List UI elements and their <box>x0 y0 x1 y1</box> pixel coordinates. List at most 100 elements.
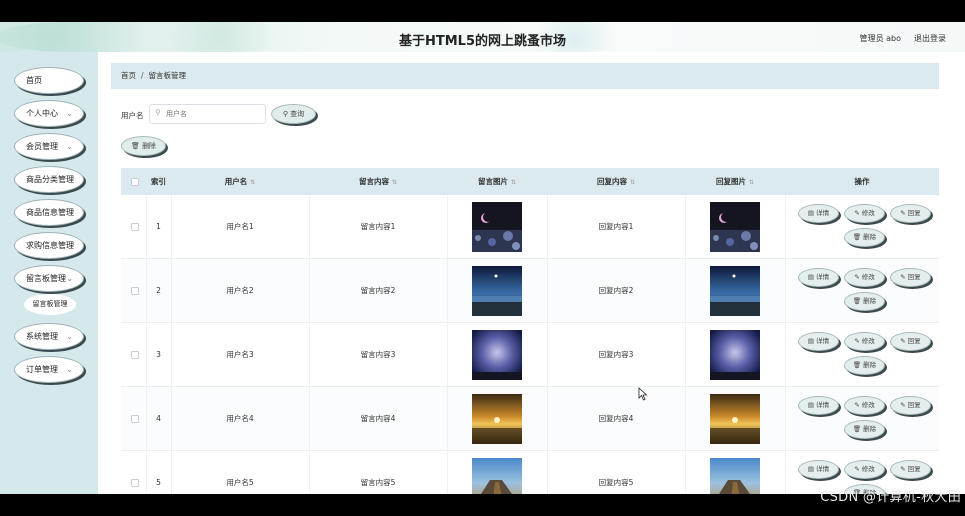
message-image[interactable] <box>472 266 522 316</box>
message-image[interactable] <box>472 330 522 380</box>
table-row: 2 用户名2 留言内容2 回复内容2 ▤ 详情 ✎ 修改 ✎ 回复 🗑 删除 <box>121 259 939 323</box>
delete-button[interactable]: 🗑 删除 <box>844 356 885 375</box>
reply-button[interactable]: ✎ 回复 <box>890 268 931 287</box>
document-icon: ▤ <box>807 337 817 345</box>
chevron-down-icon: ⌄ <box>66 332 73 341</box>
detail-button[interactable]: ▤ 详情 <box>798 204 839 223</box>
row-checkbox[interactable] <box>131 351 139 359</box>
detail-button[interactable]: ▤ 详情 <box>798 268 839 287</box>
chevron-down-icon: ⌄ <box>66 142 73 151</box>
edit-button[interactable]: ✎ 修改 <box>844 332 885 351</box>
sidebar-item-label: 商品信息管理 <box>26 208 74 217</box>
cell-reply: 回复内容3 <box>598 350 634 359</box>
edit-icon: ✎ <box>900 337 908 345</box>
breadcrumb-home[interactable]: 首页 <box>121 71 136 80</box>
edit-icon: ✎ <box>854 337 862 345</box>
reply-button[interactable]: ✎ 回复 <box>890 460 931 479</box>
cell-index: 1 <box>156 222 161 231</box>
search-input[interactable] <box>166 107 262 121</box>
column-header-reply-image[interactable]: 回复图片 ⇅ <box>685 168 785 195</box>
column-header-actions: 操作 <box>854 177 870 186</box>
sidebar-item-categories[interactable]: 商品分类管理 <box>14 166 84 193</box>
reply-button[interactable]: ✎ 回复 <box>890 204 931 223</box>
message-image[interactable] <box>472 458 522 494</box>
bulk-delete-button[interactable]: 🗑 删除 <box>121 136 166 156</box>
table-row: 1 用户名1 留言内容1 回复内容1 ▤ 详情 ✎ 修改 ✎ 回复 🗑 删除 <box>121 195 939 259</box>
breadcrumb: 首页 / 留言板管理 <box>111 63 939 89</box>
sidebar-item-members[interactable]: 会员管理 ⌄ <box>14 133 84 160</box>
sort-icon[interactable]: ⇅ <box>511 179 516 186</box>
detail-button[interactable]: ▤ 详情 <box>798 332 839 351</box>
sidebar-item-products[interactable]: 商品信息管理 <box>14 199 84 226</box>
search-field[interactable]: ⚲ <box>149 104 266 124</box>
chevron-down-icon: ⌄ <box>66 274 73 283</box>
message-image[interactable] <box>472 202 522 252</box>
edit-button[interactable]: ✎ 修改 <box>844 268 885 287</box>
table-row: 5 用户名5 留言内容5 回复内容5 ▤ 详情 ✎ 修改 ✎ 回复 🗑 删除 <box>121 451 939 494</box>
sidebar-item-label: 个人中心 <box>26 109 58 118</box>
sidebar-item-label: 首页 <box>26 76 42 85</box>
table-row: 4 用户名4 留言内容4 回复内容4 ▤ 详情 ✎ 修改 ✎ 回复 🗑 删除 <box>121 387 939 451</box>
reply-button[interactable]: ✎ 回复 <box>890 332 931 351</box>
reply-image[interactable] <box>710 330 760 380</box>
document-icon: ▤ <box>807 209 817 217</box>
search-button[interactable]: ⚲ 查询 <box>271 104 316 124</box>
edit-icon: ✎ <box>900 401 908 409</box>
reply-image[interactable] <box>710 202 760 252</box>
search-icon: ⚲ <box>155 108 161 117</box>
bulk-delete-label: 删除 <box>142 142 157 150</box>
reply-button[interactable]: ✎ 回复 <box>890 396 931 415</box>
column-header-message[interactable]: 留言内容 ⇅ <box>309 168 447 195</box>
reply-image[interactable] <box>710 458 760 494</box>
sidebar-item-orders[interactable]: 订单管理 ⌄ <box>14 356 84 383</box>
admin-label: 管理员 abo <box>859 34 901 43</box>
edit-icon: ✎ <box>900 273 908 281</box>
sort-icon[interactable]: ⇅ <box>630 179 635 186</box>
sidebar-item-label: 留言板管理 <box>26 274 66 283</box>
row-checkbox[interactable] <box>131 479 139 487</box>
edit-icon: ✎ <box>854 273 862 281</box>
sidebar-item-home[interactable]: 首页 <box>14 67 84 94</box>
column-header-username[interactable]: 用户名 ⇅ <box>171 168 309 195</box>
message-image[interactable] <box>472 394 522 444</box>
sidebar-item-system[interactable]: 系统管理 ⌄ <box>14 323 84 350</box>
cell-reply: 回复内容2 <box>598 286 634 295</box>
sort-icon[interactable]: ⇅ <box>250 179 255 186</box>
column-header-message-image[interactable]: 留言图片 ⇅ <box>447 168 547 195</box>
sidebar-item-messages[interactable]: 留言板管理 ⌄ <box>14 265 84 292</box>
detail-button[interactable]: ▤ 详情 <box>798 396 839 415</box>
row-checkbox[interactable] <box>131 415 139 423</box>
cell-message: 留言内容5 <box>360 478 396 487</box>
row-checkbox[interactable] <box>131 223 139 231</box>
reply-image[interactable] <box>710 266 760 316</box>
sidebar-item-wanted[interactable]: 求购信息管理 <box>14 232 84 259</box>
cell-reply: 回复内容5 <box>598 478 634 487</box>
delete-button[interactable]: 🗑 删除 <box>844 228 885 247</box>
edit-button[interactable]: ✎ 修改 <box>844 204 885 223</box>
mouse-cursor-icon <box>638 387 648 401</box>
delete-button[interactable]: 🗑 删除 <box>844 292 885 311</box>
cell-message: 留言内容1 <box>360 222 396 231</box>
cell-username: 用户名2 <box>226 286 254 295</box>
cell-index: 4 <box>156 414 161 423</box>
edit-button[interactable]: ✎ 修改 <box>844 460 885 479</box>
sidebar-item-personal-center[interactable]: 个人中心 ⌄ <box>14 100 84 127</box>
row-checkbox[interactable] <box>131 287 139 295</box>
header: 基于HTML5的网上跳蚤市场 管理员 abo 退出登录 <box>0 22 965 52</box>
detail-button[interactable]: ▤ 详情 <box>798 460 839 479</box>
reply-image[interactable] <box>710 394 760 444</box>
cell-username: 用户名5 <box>226 478 254 487</box>
logout-link[interactable]: 退出登录 <box>914 33 946 44</box>
edit-button[interactable]: ✎ 修改 <box>844 396 885 415</box>
sort-icon[interactable]: ⇅ <box>392 179 397 186</box>
column-header-reply[interactable]: 回复内容 ⇅ <box>547 168 685 195</box>
cell-username: 用户名4 <box>226 414 254 423</box>
table-row: 3 用户名3 留言内容3 回复内容3 ▤ 详情 ✎ 修改 ✎ 回复 🗑 删除 <box>121 323 939 387</box>
watermark: CSDN @计算机-秋大田 <box>820 490 961 505</box>
delete-button[interactable]: 🗑 删除 <box>844 420 885 439</box>
select-all-checkbox[interactable] <box>131 178 139 186</box>
search-button-label: 查询 <box>290 110 305 118</box>
sort-icon[interactable]: ⇅ <box>749 179 754 186</box>
sidebar-item-label: 订单管理 <box>26 365 58 374</box>
submenu-item-messages[interactable]: 留言板管理 <box>24 294 76 315</box>
